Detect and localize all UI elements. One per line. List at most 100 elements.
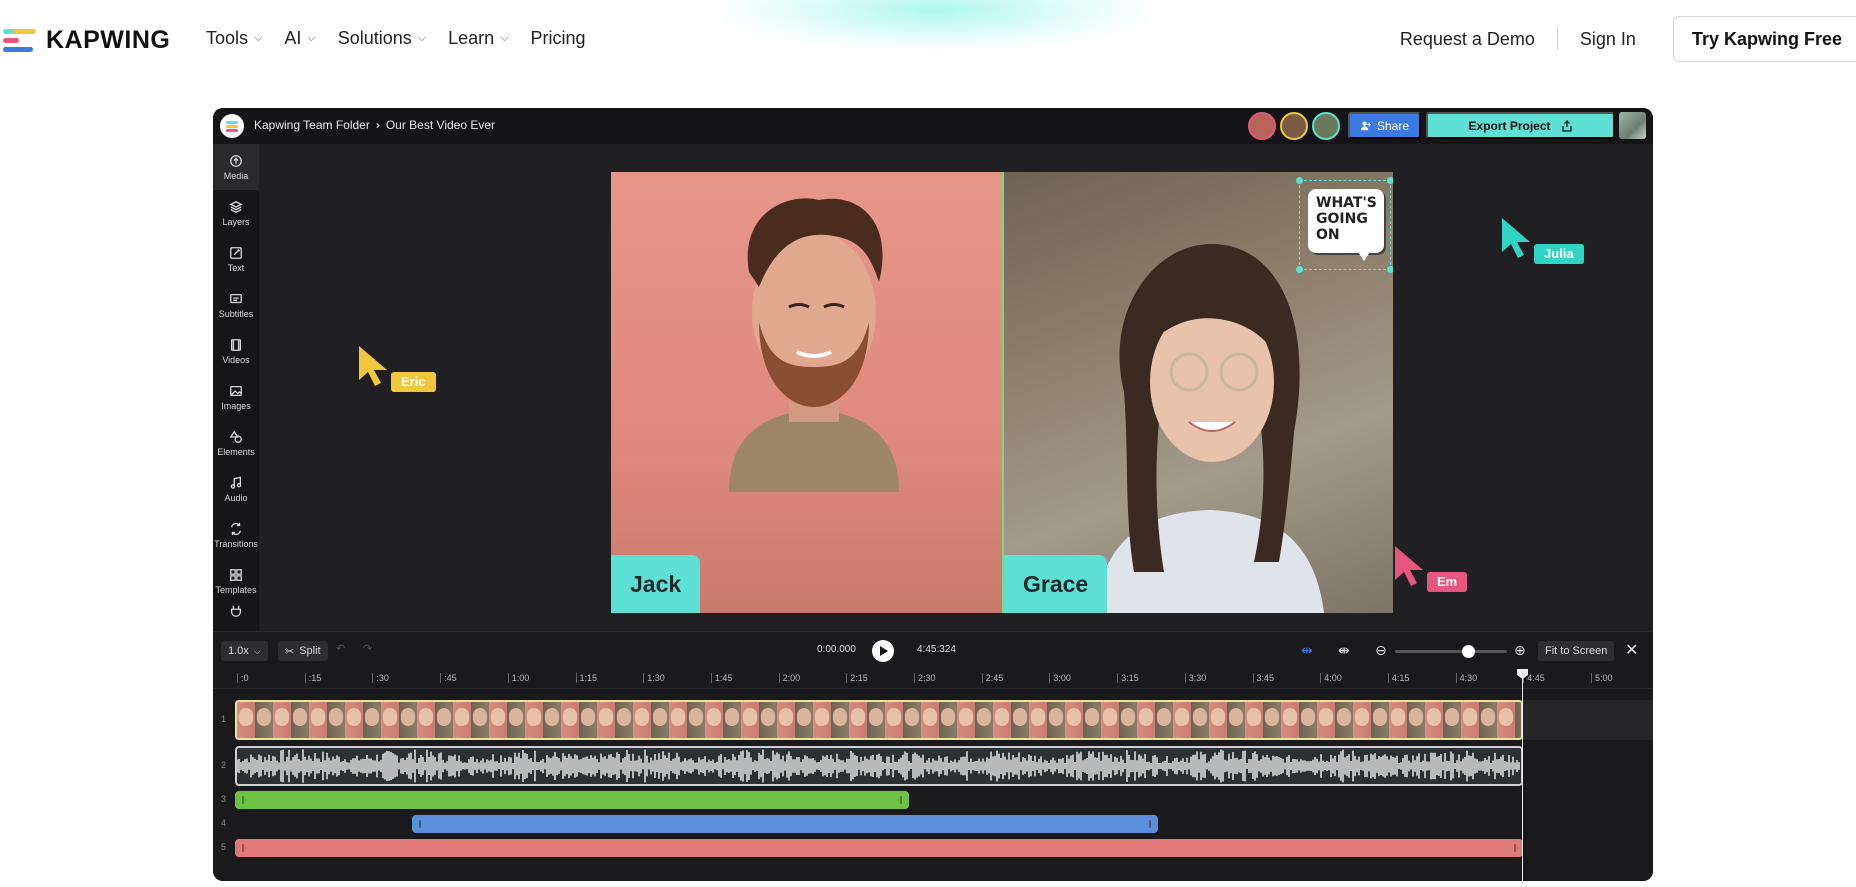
clip-thumbnail-face	[707, 708, 721, 726]
sidebar-item-layers[interactable]: Layers	[213, 190, 259, 236]
sidebar-item-images[interactable]: Images	[213, 374, 259, 420]
clip-thumbnail-face	[941, 708, 955, 726]
clip-thumbnail-face	[1085, 708, 1099, 726]
clip-thumbnail-face	[977, 708, 991, 726]
user-profile-thumbnail[interactable]	[1619, 112, 1646, 139]
menu-tools[interactable]: Tools ⌵	[206, 28, 262, 49]
sign-in-link[interactable]: Sign In	[1558, 16, 1658, 62]
clip-thumbnail-face	[491, 708, 505, 726]
ruler-tick-label: 3:45	[1252, 673, 1274, 683]
ruler-tick-label: 2:15	[846, 673, 868, 683]
video-frame[interactable]: Jack Grace WHAT'S GOING ON	[611, 172, 1393, 613]
sidebar-item-transitions[interactable]: Transitions	[213, 512, 259, 558]
fit-width-icon[interactable]: ⇼	[1338, 642, 1350, 659]
kapwing-logo-icon	[3, 28, 36, 53]
clip-thumbnail-face	[293, 708, 307, 726]
timeline-zoom-slider[interactable]	[1395, 645, 1507, 658]
clip-thumbnail-face	[545, 708, 559, 726]
play-button[interactable]	[872, 640, 894, 662]
fit-to-screen-button[interactable]: Fit to Screen	[1538, 641, 1615, 661]
clip-thumbnail-face	[1499, 708, 1513, 726]
avatar[interactable]	[1280, 112, 1308, 140]
scissors-icon: ✂	[285, 645, 295, 658]
clip-thumbnail-face	[887, 708, 901, 726]
clip-thumbnail-face	[905, 708, 919, 726]
chevron-down-icon: ⌵	[417, 32, 427, 44]
split-button[interactable]: ✂ Split	[278, 641, 328, 661]
ruler-tick-label: 3:30	[1184, 673, 1206, 683]
clip-thumbnail-face	[797, 708, 811, 726]
sidebar-item-plugins[interactable]	[213, 604, 259, 624]
resize-handle[interactable]	[1296, 266, 1303, 273]
timeline-clip-red[interactable]	[235, 839, 1523, 857]
clip-thumbnail-face	[455, 708, 469, 726]
timeline-playhead[interactable]	[1522, 669, 1523, 881]
redo-icon[interactable]: ↷	[363, 642, 372, 655]
editor-canvas[interactable]: Jack Grace WHAT'S GOING ON Eric Julia Em	[259, 144, 1653, 631]
team-folder-icon[interactable]	[220, 114, 244, 138]
playback-speed-select[interactable]: 1.0x ⌵	[221, 641, 268, 661]
menu-learn[interactable]: Learn ⌵	[448, 28, 508, 49]
resize-handle[interactable]	[1387, 266, 1393, 273]
share-button[interactable]: Share	[1348, 112, 1421, 139]
resize-handle[interactable]	[1387, 177, 1393, 184]
menu-pricing[interactable]: Pricing	[531, 28, 586, 49]
undo-icon[interactable]: ↶	[336, 642, 345, 655]
editor-preview: Kapwing Team Folder › Our Best Video Eve…	[213, 108, 1653, 881]
sidebar-item-templates[interactable]: Templates	[213, 558, 259, 604]
clip-thumbnail-face	[1283, 708, 1297, 726]
sidebar-item-videos[interactable]: Videos	[213, 328, 259, 374]
sidebar-item-subtitles[interactable]: Subtitles	[213, 282, 259, 328]
resize-handle[interactable]	[1296, 177, 1303, 184]
clip-thumbnail-face	[743, 708, 757, 726]
sidebar-item-elements[interactable]: Elements	[213, 420, 259, 466]
menu-ai[interactable]: AI ⌵	[284, 28, 315, 49]
name-tag-grace[interactable]: Grace	[1004, 555, 1108, 613]
request-demo-link[interactable]: Request a Demo	[1378, 16, 1557, 62]
speech-bubble-sticker[interactable]: WHAT'S GOING ON	[1296, 177, 1393, 273]
cursor-label: Julia	[1534, 244, 1584, 264]
video-panel-jack[interactable]: Jack	[611, 172, 1002, 613]
zoom-out-icon[interactable]: ⊖	[1375, 642, 1387, 659]
timeline-clip-green[interactable]	[235, 791, 909, 809]
snap-toggle-icon[interactable]: ⇹	[1301, 642, 1313, 659]
clip-thumbnail-face	[1031, 708, 1045, 726]
try-free-button[interactable]: Try Kapwing Free	[1672, 16, 1856, 62]
clip-thumbnail-face	[1247, 708, 1261, 726]
video-clip[interactable]	[235, 700, 1523, 740]
close-icon[interactable]: ✕	[1625, 640, 1638, 660]
kapwing-logo[interactable]: KAPWING	[3, 26, 170, 55]
clip-thumbnail-face	[815, 708, 829, 726]
sidebar-item-media[interactable]: Media	[213, 144, 259, 190]
sidebar-item-text[interactable]: Text	[213, 236, 259, 282]
breadcrumb-folder[interactable]: Kapwing Team Folder	[254, 118, 370, 132]
timeline-clip-blue[interactable]	[412, 815, 1158, 833]
breadcrumb-project[interactable]: Our Best Video Ever	[386, 118, 495, 132]
clip-thumbnail-face	[1211, 708, 1225, 726]
ruler-tick-label: 2:45	[981, 673, 1003, 683]
zoom-in-icon[interactable]: ⊕	[1514, 642, 1526, 659]
sidebar-item-audio[interactable]: Audio	[213, 466, 259, 512]
editor-topbar: Kapwing Team Folder › Our Best Video Eve…	[213, 108, 1653, 144]
export-project-button[interactable]: Export Project	[1426, 112, 1615, 139]
header-glow-decoration	[720, 0, 1150, 50]
clip-thumbnail-face	[419, 708, 433, 726]
ruler-tick-label: 4:15	[1387, 673, 1409, 683]
clip-thumbnail-face	[779, 708, 793, 726]
clip-thumbnail-face	[689, 708, 703, 726]
name-tag-jack[interactable]: Jack	[611, 555, 701, 613]
total-duration: 4:45:324	[917, 644, 956, 655]
timeline-ruler[interactable]: :0:15:30:45 1:00 1:15 1:30 1:45 2:00 2:15 2:30 2…	[213, 669, 1653, 689]
clip-thumbnail-face	[257, 708, 271, 726]
ruler-tick-label: 3:00	[1049, 673, 1071, 683]
audio-clip[interactable]	[235, 746, 1523, 786]
avatar[interactable]	[1312, 112, 1340, 140]
main-menu: Tools ⌵ AI ⌵ Solutions ⌵ Learn ⌵ Pricing	[206, 28, 586, 49]
clip-thumbnail-face	[869, 708, 883, 726]
audio-waveform	[237, 749, 1520, 783]
menu-solutions[interactable]: Solutions ⌵	[338, 28, 426, 49]
ruler-tick-label: 2:30	[914, 673, 936, 683]
avatar[interactable]	[1248, 112, 1276, 140]
grid-icon	[230, 568, 242, 581]
zoom-slider-knob[interactable]	[1461, 645, 1475, 658]
